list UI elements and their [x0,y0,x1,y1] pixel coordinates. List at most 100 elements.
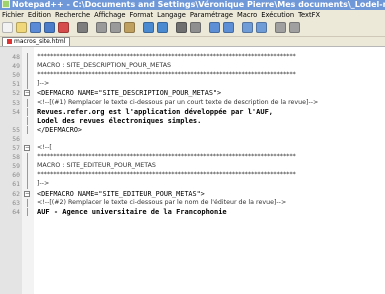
replace-icon[interactable] [190,22,201,33]
menu-item-2[interactable]: Recherche [53,10,92,20]
fold-toggle-icon[interactable]: − [24,145,30,151]
code-text: <DEFMACRO NAME="SITE_EDITEUR_POUR_METAS"… [37,189,205,198]
menu-item-0[interactable]: Fichier [0,10,26,20]
menu-item-9[interactable]: TextFX [296,10,322,20]
fold-toggle-icon[interactable]: − [24,90,30,97]
close-icon[interactable] [58,22,69,33]
code-text: ]--> [37,180,50,188]
line-number: 63 [12,198,20,207]
paste-icon[interactable] [124,22,135,33]
code-text: <!--[(#1) Remplacer le texte ci-dessous … [37,98,319,106]
fold-line [27,171,28,180]
fold-line [27,62,28,71]
line-number: 62 [12,189,20,198]
window-title: Notepad++ - C:\Documents and Settings\Vé… [12,0,385,9]
fold-line [27,53,28,62]
zoom-in-icon[interactable] [209,22,220,33]
print-icon[interactable] [77,22,88,33]
zoom-out-icon[interactable] [223,22,234,33]
indent-guide-icon[interactable] [289,22,300,33]
sync-v-icon[interactable] [242,22,253,33]
fold-toggle-icon[interactable]: − [24,190,30,197]
line-number: 57 [12,144,20,152]
code-line: 64 AUF - Agence universitaire de la Franc… [0,207,385,217]
code-line: 56 [0,135,385,144]
line-number: 49 [12,62,20,71]
code-line: 60 **************************************… [0,171,385,180]
code-line: 49 MACRO : SITE_DESCRIPTION_POUR_METAS [0,62,385,71]
code-line: 58 **************************************… [0,153,385,162]
code-text: MACRO : SITE_DESCRIPTION_POUR_METAS [37,62,172,70]
line-number: 51 [12,80,20,89]
line-number: 56 [12,134,20,143]
open-file-icon[interactable] [16,22,27,33]
code-text: <!--[(#2) Remplacer le texte ci-dessous … [37,198,287,206]
tab-bar: macros_site.html [0,37,385,47]
line-number: 53 [12,98,20,107]
fold-line [27,180,28,190]
find-icon[interactable] [176,22,187,33]
code-line: Lodel des revues électroniques simples. [0,116,385,126]
tab-label: macros_site.html [14,38,66,45]
line-number: 58 [12,153,20,162]
line-number: 54 [12,107,20,116]
new-file-icon[interactable] [2,22,13,33]
code-line: 61]--> [0,180,385,190]
fold-line [27,198,28,208]
save-icon[interactable] [30,22,41,33]
code-text: AUF - Agence universitaire de la Francop… [37,207,227,216]
fold-line [27,71,28,80]
editor[interactable]: 48 **************************************… [0,46,385,294]
redo-icon[interactable] [157,22,168,33]
menu-item-8[interactable]: Exécution [259,10,296,20]
fold-line [27,116,28,126]
code-text: </DEFMACRO> [37,125,83,134]
cut-icon[interactable] [96,22,107,33]
fold-line [27,153,28,162]
fold-line [27,107,28,117]
menu-item-6[interactable]: Paramétrage [188,10,235,20]
sync-h-icon[interactable] [256,22,267,33]
toolbar [0,20,385,37]
copy-icon[interactable] [110,22,121,33]
code-text: <DEFMACRO NAME="SITE_DESCRIPTION_POUR_ME… [37,89,222,98]
code-line: 50 **************************************… [0,71,385,80]
line-number: 50 [12,71,20,80]
fold-line [27,98,28,108]
menu-bar: Fichier Edition Recherche Affichage Format La… [0,10,385,20]
code-line: 63 <!--[(#2) Remplacer le texte ci-dessou… [0,198,385,208]
code-line: 51]--> [0,80,385,89]
code-text: <!--[ [37,144,52,151]
code-text: ****************************************… [37,171,296,179]
code-line: 48 **************************************… [0,53,385,62]
fold-line [27,80,28,89]
code-line: 57− <!--[ [0,144,385,153]
notepad-plus-plus-icon [2,0,10,8]
save-all-icon[interactable] [44,22,55,33]
line-number: 55 [12,125,20,134]
code-text: ****************************************… [37,53,296,60]
title-bar: Notepad++ - C:\Documents and Settings\Vé… [0,0,385,10]
menu-item-4[interactable]: Format [128,10,156,20]
line-number: 52 [12,89,20,98]
menu-item-1[interactable]: Edition [26,10,53,20]
line-number: 60 [12,171,20,180]
fold-line [27,125,28,135]
line-number: 64 [12,207,20,216]
code-line: 59 MACRO : SITE_EDITEUR_POUR_METAS [0,162,385,171]
wrap-icon[interactable] [275,22,286,33]
menu-item-7[interactable]: Macro [235,10,259,20]
line-number: 59 [12,162,20,171]
code-text: Revues.refer.org est l'application dével… [37,107,274,116]
code-line: 52− <DEFMACRO NAME="SITE_DESCRIPTION_POUR… [0,89,385,98]
menu-item-5[interactable]: Langage [155,10,188,20]
line-number: 48 [12,53,20,61]
code-line: 54 Revues.refer.org est l'application dév… [0,107,385,117]
menu-item-3[interactable]: Affichage [92,10,127,20]
fold-line [27,162,28,171]
fold-line [27,207,28,217]
modified-file-icon [7,39,12,44]
code-text: MACRO : SITE_EDITEUR_POUR_METAS [37,162,156,170]
undo-icon[interactable] [143,22,154,33]
code-text: ****************************************… [37,71,296,79]
